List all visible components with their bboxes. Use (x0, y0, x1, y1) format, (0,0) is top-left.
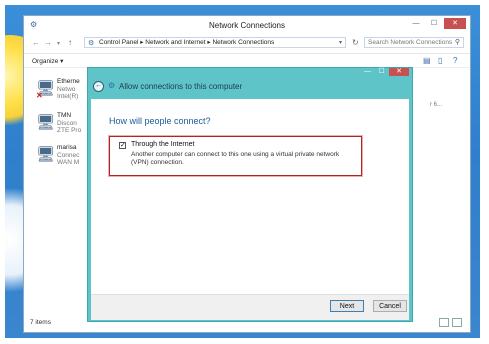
search-placeholder: Search Network Connections (368, 39, 453, 46)
network-adapter-icon: 🖥 (36, 146, 56, 163)
dialog-title: Allow connections to this computer (119, 82, 243, 91)
connection-text: marisa Connec WAN M (57, 144, 79, 167)
refresh-icon[interactable]: ↻ (352, 38, 359, 47)
disconnected-x-icon: ✕ (36, 91, 43, 100)
connection-status: Netwo (57, 85, 76, 93)
close-button[interactable]: ✕ (444, 18, 466, 29)
dialog-header: ← ⚙ Allow connections to this computer (88, 79, 412, 99)
tiles-view-icon[interactable] (452, 318, 462, 327)
window-title: Network Connections (208, 21, 286, 30)
status-bar-count: 7 items (30, 319, 51, 326)
connection-device: WAN M (57, 159, 80, 166)
dialog-body: How will people connect? ✓ Through the I… (91, 99, 409, 320)
connection-device: Intel(R) (57, 93, 79, 100)
address-row: ← → ▾ ↑ ⚙ Control Panel ▸ Network and In… (24, 35, 470, 51)
next-button[interactable]: Next (330, 300, 364, 312)
window-titlebar: ⚙ Network Connections — ☐ ✕ (24, 16, 470, 34)
search-icon: ⚲ (454, 39, 460, 46)
cancel-button[interactable]: Cancel (373, 300, 407, 312)
command-bar: Organize ▾ ▤ ▯ ? (24, 53, 470, 68)
connection-status: Discon (57, 119, 77, 127)
network-wizard-icon: ⚙ (108, 81, 116, 90)
through-internet-label[interactable]: Through the Internet (131, 141, 194, 148)
view-controls: ▤ ▯ ? (423, 56, 462, 65)
dialog-titlebar: — ☐ ✕ (88, 68, 412, 77)
organize-button[interactable]: Organize ▾ (32, 57, 63, 65)
preview-pane-icon[interactable]: ▯ (438, 56, 447, 65)
dialog-minimize-button[interactable]: — (361, 68, 374, 76)
connection-status: Connec (57, 151, 80, 159)
forward-arrow-icon[interactable]: → (44, 38, 52, 47)
chevron-down-icon[interactable]: ▾ (57, 40, 60, 47)
through-internet-description: Another computer can connect to this one… (131, 151, 340, 166)
help-icon[interactable]: ? (453, 56, 462, 65)
address-dropdown-icon[interactable]: ▾ (339, 38, 342, 47)
up-arrow-icon[interactable]: ↑ (68, 38, 72, 47)
connection-name: TMN (57, 112, 72, 119)
status-view-icons (439, 318, 462, 327)
address-path: Control Panel ▸ Network and Internet ▸ N… (99, 39, 275, 46)
details-view-icon[interactable] (439, 318, 449, 327)
dialog-footer: Next Cancel (91, 294, 409, 320)
hidden-column-fragment: r 6... (430, 102, 443, 108)
desktop-background: ⚙ Network Connections — ☐ ✕ ← → ▾ ↑ ⚙ Co… (5, 5, 480, 338)
dialog-window-controls: — ☐ ✕ (361, 68, 409, 76)
dialog-heading: How will people connect? (109, 116, 211, 126)
connection-name: Etherne (57, 78, 80, 85)
connection-device: ZTE Pro (57, 127, 82, 134)
address-bar[interactable]: ⚙ Control Panel ▸ Network and Internet ▸… (84, 37, 346, 48)
dialog-maximize-button[interactable]: ☐ (375, 68, 388, 76)
highlighted-option-box: ✓ Through the Internet Another computer … (109, 136, 362, 176)
connection-text: TMN Discon ZTE Pro (57, 112, 81, 135)
allow-connections-dialog: — ☐ ✕ ← ⚙ Allow connections to this comp… (87, 67, 413, 322)
control-panel-icon: ⚙ (88, 40, 95, 47)
minimize-button[interactable]: — (408, 18, 424, 29)
view-options-icon[interactable]: ▤ (423, 56, 432, 65)
window-controls: — ☐ ✕ (408, 18, 466, 29)
back-arrow-icon[interactable]: ← (32, 38, 40, 47)
back-arrow-icon[interactable]: ← (93, 81, 104, 92)
dialog-close-button[interactable]: ✕ (389, 68, 409, 76)
maximize-button[interactable]: ☐ (426, 18, 442, 29)
network-adapter-icon: 🖥 (36, 114, 56, 131)
connection-name: marisa (57, 144, 77, 151)
connection-text: Etherne Netwo Intel(R) (57, 78, 80, 101)
search-input[interactable]: Search Network Connections ⚲ (364, 37, 464, 48)
through-internet-checkbox[interactable]: ✓ (119, 142, 126, 149)
